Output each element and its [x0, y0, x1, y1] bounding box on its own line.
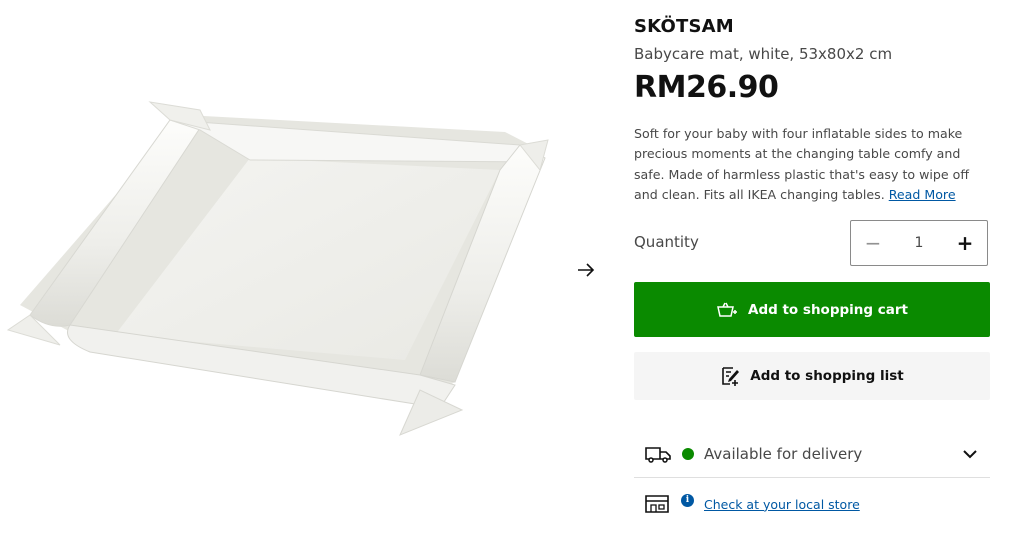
- next-image-arrow-icon[interactable]: [574, 258, 598, 282]
- add-to-list-label: Add to shopping list: [750, 368, 904, 384]
- delivery-status-text: Available for delivery: [704, 444, 863, 463]
- store-availability-row: i Check at your local store: [634, 488, 990, 520]
- product-image: [0, 90, 560, 450]
- shopping-cart-icon: [717, 302, 737, 317]
- quantity-label: Quantity: [634, 233, 699, 251]
- delivery-availability-row[interactable]: Available for delivery: [634, 430, 990, 478]
- increase-quantity-button[interactable]: +: [943, 221, 987, 265]
- product-page: SKÖTSAM Babycare mat, white, 53x80x2 cm …: [0, 0, 1024, 538]
- product-summary: Soft for your baby with four inflatable …: [634, 124, 982, 206]
- check-local-store-link[interactable]: Check at your local store: [704, 497, 860, 512]
- info-icon: i: [681, 493, 694, 507]
- product-price: RM26.90: [634, 70, 779, 105]
- shopping-list-icon: [722, 367, 740, 386]
- add-to-cart-button[interactable]: Add to shopping cart: [634, 282, 990, 337]
- chevron-down-icon[interactable]: [960, 444, 980, 464]
- product-name: SKÖTSAM: [634, 16, 734, 37]
- babycare-mat-image: [6, 101, 549, 436]
- store-icon: [645, 495, 669, 513]
- quantity-value[interactable]: 1: [915, 235, 924, 251]
- availability-status-dot: [682, 447, 694, 460]
- read-more-link[interactable]: Read More: [889, 187, 956, 202]
- product-description: Babycare mat, white, 53x80x2 cm: [634, 45, 893, 63]
- add-to-cart-label: Add to shopping cart: [748, 301, 908, 318]
- decrease-quantity-button[interactable]: −: [851, 221, 895, 265]
- add-to-list-button[interactable]: Add to shopping list: [634, 352, 990, 400]
- truck-icon: [645, 446, 671, 463]
- quantity-stepper: − 1 +: [850, 220, 988, 266]
